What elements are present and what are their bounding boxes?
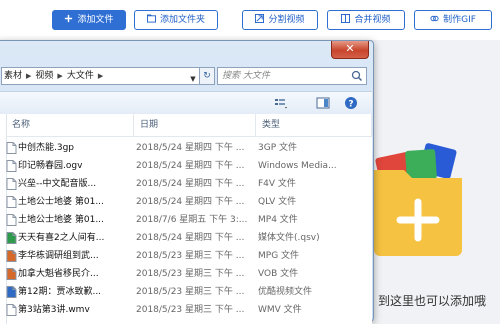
chevron-right-icon[interactable]: ▶: [55, 68, 64, 84]
file-name: 李华栋调研组到武...: [18, 251, 99, 261]
split-video-label: 分割视频: [268, 15, 305, 25]
breadcrumb-item[interactable]: 大文件: [65, 68, 96, 84]
file-name: 印记畅春园.ogv: [18, 161, 83, 171]
file-name: 中创杰能.3gp: [18, 143, 75, 153]
video-file-icon: [6, 142, 17, 154]
vob-file-icon: [6, 268, 17, 280]
file-name: 加拿大魁省移民介...: [18, 269, 99, 279]
file-row[interactable]: 第3站第3讲.wmv 2018/5/23 星期三 下午 ... WMV 文件: [6, 302, 372, 318]
file-row[interactable]: 土地公士地婆 第01... 2018/5/24 星期四 下午 ... QLV 文件: [6, 194, 372, 210]
file-type: WMV 文件: [258, 305, 302, 315]
file-name: 土地公士地婆 第01...: [18, 215, 104, 225]
preview-pane-icon[interactable]: [316, 96, 330, 110]
column-header-date[interactable]: 日期: [134, 114, 256, 136]
youku-file-icon: [6, 286, 17, 298]
file-type: 优酷视频文件: [258, 287, 313, 297]
file-type: Windows Media...: [258, 161, 337, 171]
breadcrumb[interactable]: 素材 ▶ 视频 ▶ 大文件 ▶ ▼: [1, 67, 201, 85]
refresh-icon: ↻: [203, 71, 211, 81]
file-row[interactable]: 天天有喜2之人间有... 2018/5/24 星期四 下午 ... 媒体文件(.qs…: [6, 230, 372, 246]
file-type: 媒体文件(.qsv): [258, 233, 320, 243]
file-row[interactable]: 兴垒--中文配音版... 2018/5/24 星期四 下午 ... F4V 文件: [6, 176, 372, 192]
search-placeholder: 搜索 大文件: [222, 71, 270, 81]
file-date: 2018/5/24 星期四 下午 ...: [136, 179, 245, 189]
file-type: MPG 文件: [258, 251, 300, 261]
app-toolbar: 添加文件 添加文件夹 分割视频 合并视频 制作GIF: [0, 0, 500, 40]
file-row[interactable]: 加拿大魁省移民介... 2018/5/23 星期三 下午 ... VOB 文件: [6, 266, 372, 282]
make-gif-button[interactable]: 制作GIF: [414, 10, 492, 30]
folder-illustration-icon: [374, 143, 462, 256]
file-name: 兴垒--中文配音版...: [18, 179, 97, 189]
drop-hint-text: 到这里也可以添加哦: [378, 294, 487, 308]
plus-icon: [65, 14, 73, 23]
file-row[interactable]: 土地公士地婆 第01... 2018/7/6 星期五 下午 3:... MP4 文件: [6, 212, 372, 228]
close-icon: ✕: [345, 42, 355, 55]
make-gif-label: 制作GIF: [443, 15, 476, 25]
file-row[interactable]: 印记畅春园.ogv 2018/5/24 星期四 下午 ... Windows Med…: [6, 158, 372, 174]
file-list: 名称 日期 类型 中创杰能.3gp 2018/5/24 星期四 下午 ... 3GP…: [0, 114, 372, 324]
chevron-right-icon[interactable]: ▶: [96, 68, 105, 84]
file-type: F4V 文件: [258, 179, 296, 189]
command-bar: ?: [0, 91, 372, 115]
file-type: MP4 文件: [258, 215, 298, 225]
video-file-icon: [6, 214, 17, 226]
open-file-dialog: ✕ 素材 ▶ 视频 ▶ 大文件 ▶ ▼ ↻ 搜索 大文件 ? 名称 日期 类型 中创杰能.…: [0, 40, 374, 324]
mpg-file-icon: [6, 250, 17, 262]
wmv-file-icon: [6, 304, 17, 316]
file-date: 2018/5/24 星期四 下午 ...: [136, 233, 245, 243]
file-date: 2018/5/23 星期三 下午 ...: [136, 305, 245, 315]
column-header-type[interactable]: 类型: [256, 114, 372, 136]
chevron-down-icon[interactable]: ▼: [188, 71, 198, 83]
view-options-icon[interactable]: [274, 96, 288, 110]
file-date: 2018/5/23 星期三 下午 ...: [136, 269, 245, 279]
help-icon[interactable]: ?: [344, 96, 358, 110]
file-row[interactable]: 中创杰能.3gp 2018/5/24 星期四 下午 ... 3GP 文件: [6, 140, 372, 156]
column-header-name[interactable]: 名称: [6, 114, 134, 136]
link-icon: [430, 15, 439, 22]
dialog-close-button[interactable]: ✕: [331, 41, 369, 59]
column-headers: 名称 日期 类型: [6, 114, 372, 137]
add-folder-button[interactable]: 添加文件夹: [134, 10, 218, 30]
video-file-icon: [6, 160, 17, 172]
file-date: 2018/7/6 星期五 下午 3:...: [136, 215, 248, 225]
file-type: VOB 文件: [258, 269, 299, 279]
file-row[interactable]: 李华栋调研组到武... 2018/5/23 星期三 下午 ... MPG 文件: [6, 248, 372, 264]
add-folder-label: 添加文件夹: [159, 15, 205, 25]
search-input[interactable]: 搜索 大文件: [217, 67, 367, 85]
add-file-button[interactable]: 添加文件: [52, 10, 126, 30]
search-icon: [351, 70, 363, 82]
breadcrumb-item[interactable]: 视频: [33, 68, 55, 84]
chevron-right-icon[interactable]: ▶: [24, 68, 33, 84]
file-date: 2018/5/24 星期四 下午 ...: [136, 197, 245, 207]
file-date: 2018/5/23 星期三 下午 ...: [136, 251, 245, 261]
file-name: 土地公士地婆 第01...: [18, 197, 104, 207]
file-row[interactable]: 第12期：贾冰致歉... 2018/5/23 星期三 下午 ... 优酷视频文件: [6, 284, 372, 300]
file-name: 天天有喜2之人间有...: [18, 233, 105, 243]
merge-video-button[interactable]: 合并视频: [327, 10, 405, 30]
svg-text:?: ?: [348, 100, 353, 110]
merge-video-label: 合并视频: [354, 15, 391, 25]
file-type: 3GP 文件: [258, 143, 297, 153]
split-icon: [255, 14, 265, 23]
video-file-icon: [6, 178, 17, 190]
file-date: 2018/5/24 星期四 下午 ...: [136, 161, 245, 171]
video-file-icon: [6, 196, 17, 208]
folder-icon: [146, 14, 156, 23]
media-file-icon: [6, 232, 17, 244]
merge-icon: [341, 14, 351, 23]
refresh-button[interactable]: ↻: [199, 67, 215, 85]
file-name: 第12期：贾冰致歉...: [18, 287, 102, 297]
breadcrumb-item[interactable]: 素材: [2, 68, 24, 84]
split-video-button[interactable]: 分割视频: [242, 10, 318, 30]
add-file-label: 添加文件: [77, 15, 114, 25]
file-date: 2018/5/23 星期三 下午 ...: [136, 287, 245, 297]
file-date: 2018/5/24 星期四 下午 ...: [136, 143, 245, 153]
address-row: 素材 ▶ 视频 ▶ 大文件 ▶ ▼ ↻ 搜索 大文件: [1, 67, 369, 87]
file-type: QLV 文件: [258, 197, 297, 207]
file-name: 第3站第3讲.wmv: [18, 305, 90, 315]
